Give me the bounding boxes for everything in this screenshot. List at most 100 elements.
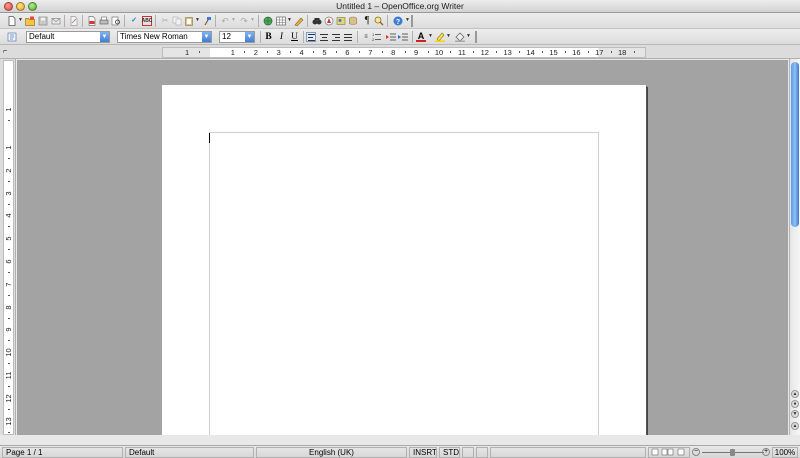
ruler-label: 8 [4, 305, 13, 310]
paragraph-style-dropdown-icon[interactable]: ▼ [100, 32, 109, 42]
ruler-tick [450, 51, 452, 53]
undo-dropdown-icon[interactable]: ▼ [231, 17, 236, 23]
email-icon[interactable] [51, 16, 61, 26]
ruler-label: 15 [549, 48, 558, 57]
ruler-tick [633, 51, 635, 53]
scroll-up-icon[interactable]: ▲ [791, 422, 799, 430]
ruler-tick [358, 51, 360, 53]
ruler-tick [8, 431, 10, 433]
ruler-tick [335, 51, 337, 53]
highlighting-dropdown-icon[interactable]: ▼ [446, 33, 451, 39]
edit-file-icon[interactable] [69, 16, 79, 26]
background-color-dropdown-icon[interactable]: ▼ [466, 33, 471, 39]
pdf-export-icon[interactable] [87, 16, 97, 26]
page-preview-icon[interactable] [111, 16, 121, 26]
zoom-level-status[interactable]: 100% [772, 447, 798, 458]
object-info-status [490, 447, 646, 458]
help-icon[interactable]: ? [393, 16, 403, 26]
new-dropdown-icon[interactable]: ▼ [18, 17, 23, 23]
title-bar: Untitled 1 – OpenOffice.org Writer [0, 0, 800, 13]
underline-button[interactable]: U [289, 31, 300, 43]
increase-indent-icon[interactable] [398, 32, 408, 42]
ruler-label: 13 [503, 48, 512, 57]
ruler-label: 18 [618, 48, 627, 57]
redo-icon[interactable]: ↷ [239, 16, 249, 26]
format-paintbrush-icon[interactable] [202, 16, 212, 26]
document-page[interactable] [162, 85, 646, 435]
font-size-dropdown-icon[interactable]: ▼ [245, 32, 254, 42]
hyperlink-icon[interactable] [263, 16, 273, 26]
selection-mode-status[interactable]: STD [439, 447, 460, 458]
font-size-combo[interactable]: 12 ▼ [219, 31, 255, 43]
redo-dropdown-icon[interactable]: ▼ [250, 17, 255, 23]
data-sources-icon[interactable] [348, 16, 358, 26]
justify-icon[interactable] [344, 32, 354, 42]
scrollbar-thumb[interactable] [791, 62, 799, 227]
previous-page-icon[interactable]: ▲ [791, 390, 799, 398]
paste-dropdown-icon[interactable]: ▼ [195, 17, 200, 23]
align-right-icon[interactable] [332, 32, 342, 42]
ruler-label: 17 [595, 48, 604, 57]
save-icon[interactable] [38, 16, 48, 26]
font-color-icon[interactable]: A [416, 31, 426, 42]
insert-mode-status[interactable]: INSRT [409, 447, 437, 458]
ruler-label: 5 [322, 48, 327, 57]
table-icon[interactable] [276, 16, 286, 26]
navigation-icon[interactable]: ● [791, 400, 799, 408]
ruler-label: 6 [345, 48, 350, 57]
view-layout-status[interactable] [648, 447, 690, 458]
find-replace-icon[interactable] [312, 16, 322, 26]
zoom-in-icon[interactable]: + [762, 448, 770, 456]
new-icon[interactable] [7, 16, 17, 26]
ruler-label: 2 [253, 48, 258, 57]
print-icon[interactable] [99, 16, 109, 26]
ruler-tick [473, 51, 475, 53]
cut-icon[interactable]: ✂ [160, 16, 170, 26]
italic-button[interactable]: I [276, 31, 287, 43]
nonprinting-chars-icon[interactable]: ¶ [362, 16, 372, 26]
document-modified-status[interactable] [462, 447, 474, 458]
open-icon[interactable] [25, 16, 35, 26]
svg-text:?: ? [396, 19, 400, 26]
copy-icon[interactable] [172, 16, 182, 26]
horizontal-ruler[interactable]: 1 1 2 3 4 5 6 7 8 9 10 11 12 13 14 15 16 17 18 [162, 47, 646, 58]
ruler-label: 1 [185, 48, 190, 57]
font-name-combo[interactable]: Times New Roman ▼ [117, 31, 212, 43]
show-draw-functions-icon[interactable] [294, 16, 304, 26]
table-dropdown-icon[interactable]: ▼ [287, 17, 292, 23]
paste-icon[interactable] [184, 16, 194, 26]
line-spacing-icon[interactable]: ≡ [361, 32, 371, 42]
zoom-icon[interactable] [374, 16, 384, 26]
next-page-icon[interactable]: ▼ [791, 410, 799, 418]
vertical-ruler[interactable]: 1 1 2 3 4 5 6 7 8 9 10 11 12 13 [3, 60, 14, 435]
spellcheck-icon[interactable]: ✓ [129, 16, 139, 26]
autospellcheck-icon[interactable]: ABC [142, 16, 152, 26]
undo-icon[interactable]: ↶ [220, 16, 230, 26]
ruler-label: 16 [572, 48, 581, 57]
align-center-icon[interactable] [320, 32, 330, 42]
navigator-icon[interactable] [324, 16, 334, 26]
zoom-out-icon[interactable]: − [692, 448, 700, 456]
background-color-icon[interactable] [455, 32, 465, 42]
highlighting-icon[interactable] [435, 32, 445, 42]
digital-signature-status[interactable] [476, 447, 488, 458]
help-dropdown-icon[interactable]: ▼ [405, 17, 410, 23]
tab-type-icon[interactable]: ⌐ [3, 48, 11, 56]
gallery-icon[interactable] [336, 16, 346, 26]
page-count-status[interactable]: Page 1 / 1 [2, 447, 123, 458]
bold-button[interactable]: B [263, 31, 274, 43]
window-title: Untitled 1 – OpenOffice.org Writer [336, 1, 464, 11]
zoom-slider-knob[interactable] [730, 449, 735, 456]
page-style-status[interactable]: Default [125, 447, 254, 458]
styles-formatting-icon[interactable] [7, 32, 17, 42]
font-name-dropdown-icon[interactable]: ▼ [202, 32, 211, 42]
decrease-indent-icon[interactable] [386, 32, 396, 42]
align-left-icon[interactable] [306, 32, 316, 42]
font-color-dropdown-icon[interactable]: ▼ [428, 33, 433, 39]
language-status[interactable]: English (UK) [256, 447, 407, 458]
numbering-icon[interactable]: 12 [372, 32, 382, 42]
document-area[interactable] [17, 60, 788, 435]
paragraph-style-combo[interactable]: Default ▼ [26, 31, 110, 43]
vertical-scrollbar[interactable]: ▲ ● ▼ ▲ [789, 59, 800, 435]
ruler-label: 11 [457, 48, 466, 57]
